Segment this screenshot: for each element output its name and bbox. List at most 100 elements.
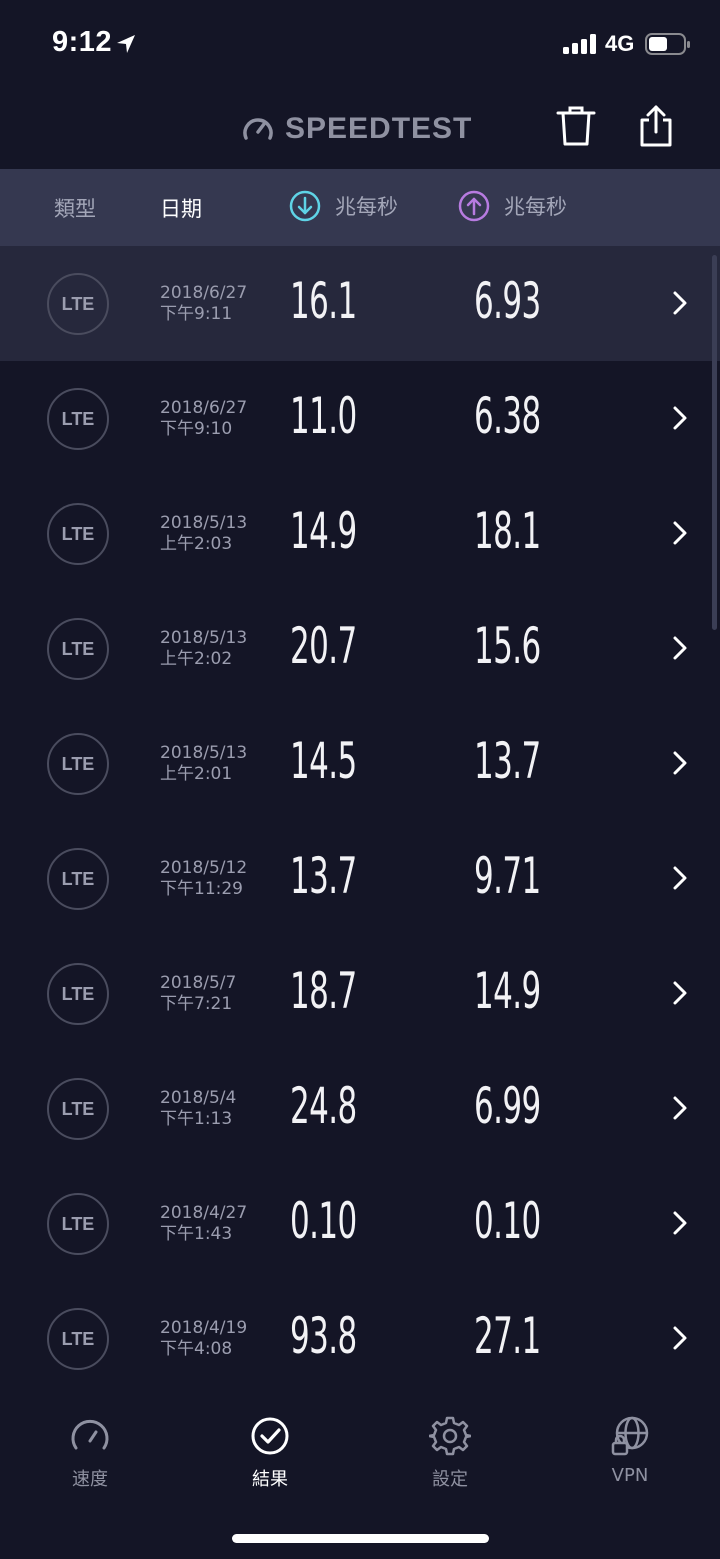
result-time: 下午1:43 <box>160 1224 233 1244</box>
result-date: 2018/5/7 <box>160 973 237 993</box>
tab-vpn[interactable]: VPN <box>570 1415 690 1486</box>
upload-speed: 0.10 <box>474 1192 541 1250</box>
upload-speed: 6.38 <box>474 387 541 445</box>
location-arrow-icon <box>117 35 135 53</box>
result-datetime: 2018/5/13 上午2:01 <box>160 743 247 785</box>
result-row[interactable]: LTE 2018/4/27 下午1:43 0.10 0.10 <box>0 1166 720 1281</box>
result-time: 下午9:11 <box>160 304 233 324</box>
download-speed: 20.7 <box>290 617 357 675</box>
result-time: 上午2:02 <box>160 649 233 669</box>
upload-speed: 18.1 <box>474 502 541 560</box>
upload-unit: 兆每秒 <box>504 195 567 219</box>
connection-type-badge: LTE <box>47 963 109 1025</box>
result-row[interactable]: LTE 2018/5/7 下午7:21 18.7 14.9 <box>0 936 720 1051</box>
column-type[interactable]: 類型 <box>54 193 96 223</box>
download-speed: 93.8 <box>290 1307 357 1365</box>
result-row[interactable]: LTE 2018/5/13 上午2:02 20.7 15.6 <box>0 591 720 706</box>
result-row[interactable]: LTE 2018/5/12 下午11:29 13.7 9.71 <box>0 821 720 936</box>
upload-speed: 27.1 <box>474 1307 541 1365</box>
result-time: 下午1:13 <box>160 1109 233 1129</box>
download-speed: 0.10 <box>290 1192 357 1250</box>
result-datetime: 2018/5/4 下午1:13 <box>160 1088 236 1130</box>
result-date: 2018/5/13 <box>160 743 248 763</box>
result-datetime: 2018/5/7 下午7:21 <box>160 973 236 1015</box>
result-datetime: 2018/6/27 下午9:11 <box>160 283 247 325</box>
check-circle-icon <box>251 1417 289 1455</box>
result-time: 下午9:10 <box>160 419 233 439</box>
upload-arrow-icon <box>458 190 490 222</box>
upload-speed: 6.99 <box>474 1077 541 1135</box>
trash-icon[interactable] <box>555 104 597 148</box>
result-row[interactable]: LTE 2018/5/4 下午1:13 24.8 6.99 <box>0 1051 720 1166</box>
tab-label: 結果 <box>252 1469 288 1490</box>
status-bar: 9:12 4G <box>0 0 720 88</box>
download-speed: 11.0 <box>290 387 357 445</box>
connection-type-badge: LTE <box>47 1308 109 1370</box>
result-datetime: 2018/5/13 上午2:02 <box>160 628 247 670</box>
home-indicator[interactable] <box>232 1534 489 1543</box>
scrollbar[interactable] <box>712 255 717 630</box>
speedtest-logo: SPEEDTEST <box>241 112 472 146</box>
result-date: 2018/6/27 <box>160 283 248 303</box>
connection-type-badge: LTE <box>47 503 109 565</box>
connection-type-badge: LTE <box>47 618 109 680</box>
tab-speed[interactable]: 速度 <box>30 1415 150 1491</box>
connection-type-badge: LTE <box>47 1193 109 1255</box>
result-row[interactable]: LTE 2018/6/27 下午9:10 11.0 6.38 <box>0 361 720 476</box>
result-date: 2018/4/19 <box>160 1318 248 1338</box>
speedometer-icon <box>71 1419 109 1450</box>
column-upload[interactable]: 兆每秒 <box>458 190 567 222</box>
column-date[interactable]: 日期 <box>160 193 202 223</box>
result-row[interactable]: LTE 2018/4/19 下午4:08 93.8 27.1 <box>0 1281 720 1396</box>
upload-speed: 6.93 <box>474 272 541 330</box>
result-date: 2018/5/13 <box>160 513 248 533</box>
tab-label: 設定 <box>432 1469 468 1490</box>
upload-speed: 13.7 <box>474 732 541 790</box>
connection-type-badge: LTE <box>47 848 109 910</box>
connection-type-badge: LTE <box>47 388 109 450</box>
download-arrow-icon <box>289 190 321 222</box>
connection-type-badge: LTE <box>47 273 109 335</box>
result-date: 2018/5/4 <box>160 1088 237 1108</box>
column-download[interactable]: 兆每秒 <box>289 190 398 222</box>
result-date: 2018/5/12 <box>160 858 248 878</box>
tab-results[interactable]: 結果 <box>210 1415 330 1491</box>
result-date: 2018/6/27 <box>160 398 248 418</box>
chevron-right-icon <box>673 981 687 1005</box>
result-row[interactable]: LTE 2018/5/13 上午2:01 14.5 13.7 <box>0 706 720 821</box>
network-type-label: 4G <box>605 31 635 56</box>
result-datetime: 2018/5/12 下午11:29 <box>160 858 247 900</box>
gear-icon <box>429 1416 471 1456</box>
upload-speed: 9.71 <box>474 847 541 905</box>
upload-speed: 14.9 <box>474 962 541 1020</box>
chevron-right-icon <box>673 751 687 775</box>
result-row[interactable]: LTE 2018/5/13 上午2:03 14.9 18.1 <box>0 476 720 591</box>
chevron-right-icon <box>673 866 687 890</box>
download-speed: 24.8 <box>290 1077 357 1135</box>
app-title: SPEEDTEST <box>285 112 473 145</box>
result-row[interactable]: LTE 2018/6/27 下午9:11 16.1 6.93 <box>0 246 720 361</box>
download-speed: 14.9 <box>290 502 357 560</box>
download-unit: 兆每秒 <box>335 195 398 219</box>
chevron-right-icon <box>673 291 687 315</box>
result-date: 2018/5/13 <box>160 628 248 648</box>
chevron-right-icon <box>673 1326 687 1350</box>
share-icon[interactable] <box>636 104 676 148</box>
connection-type-badge: LTE <box>47 1078 109 1140</box>
result-time: 上午2:01 <box>160 764 233 784</box>
status-time: 9:12 <box>52 26 113 58</box>
download-speed: 16.1 <box>290 272 357 330</box>
result-time: 下午11:29 <box>160 879 243 899</box>
chevron-right-icon <box>673 521 687 545</box>
download-speed: 14.5 <box>290 732 357 790</box>
tab-settings[interactable]: 設定 <box>390 1415 510 1491</box>
chevron-right-icon <box>673 1096 687 1120</box>
connection-type-badge: LTE <box>47 733 109 795</box>
result-datetime: 2018/4/19 下午4:08 <box>160 1318 247 1360</box>
cellular-signal-icon <box>563 34 596 54</box>
download-speed: 18.7 <box>290 962 357 1020</box>
chevron-right-icon <box>673 1211 687 1235</box>
chevron-right-icon <box>673 406 687 430</box>
result-time: 上午2:03 <box>160 534 233 554</box>
battery-icon <box>645 33 690 55</box>
